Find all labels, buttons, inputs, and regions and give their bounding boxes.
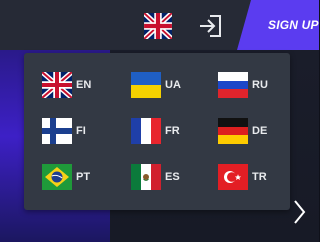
turkey-flag-icon — [218, 164, 248, 190]
language-option-de[interactable]: DE — [218, 117, 267, 145]
germany-flag-icon — [218, 118, 248, 144]
language-option-fr[interactable]: FR — [131, 117, 180, 145]
signup-label: SIGN UP — [268, 18, 319, 32]
russia-flag-icon — [218, 72, 248, 98]
top-header: SIGN UP — [0, 0, 319, 50]
language-code: DE — [252, 125, 268, 137]
uk-flag-icon[interactable] — [144, 13, 172, 39]
chevron-right-icon[interactable] — [291, 198, 307, 226]
ukraine-flag-icon — [131, 72, 161, 98]
language-code: RU — [252, 79, 268, 91]
language-code: TR — [252, 171, 267, 183]
language-option-pt[interactable]: PT — [42, 163, 90, 191]
language-dropdown: EN UA RU FI FR DE PT ES TR — [24, 53, 290, 210]
language-option-ru[interactable]: RU — [218, 71, 268, 99]
finland-flag-icon — [42, 118, 72, 144]
language-option-es[interactable]: ES — [131, 163, 180, 191]
language-code: FR — [165, 125, 180, 137]
language-code: ES — [165, 171, 180, 183]
language-code: FI — [76, 125, 86, 137]
uk-flag-icon — [42, 72, 72, 98]
language-option-tr[interactable]: TR — [218, 163, 267, 191]
language-option-fi[interactable]: FI — [42, 117, 86, 145]
login-arrow-icon[interactable] — [197, 12, 225, 40]
language-code: PT — [76, 171, 91, 183]
mexico-flag-icon — [131, 164, 161, 190]
signup-button[interactable]: SIGN UP — [237, 0, 319, 50]
language-code: EN — [76, 79, 92, 91]
language-option-en[interactable]: EN — [42, 71, 91, 99]
language-code: UA — [165, 79, 181, 91]
france-flag-icon — [131, 118, 161, 144]
language-option-ua[interactable]: UA — [131, 71, 181, 99]
brazil-flag-icon — [42, 164, 72, 190]
